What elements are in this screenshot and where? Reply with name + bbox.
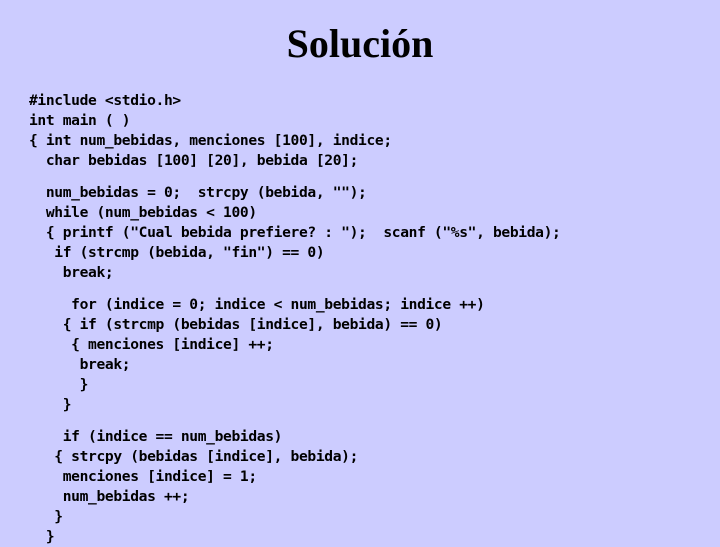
code-line: break;	[29, 355, 131, 373]
code-line: if (strcmp (bebida, "fin") == 0)	[29, 243, 325, 261]
code-line: num_bebidas ++;	[29, 487, 190, 505]
code-line: if (indice == num_bebidas)	[29, 427, 283, 445]
code-line: { printf ("Cual bebida prefiere? : "); s…	[29, 223, 561, 241]
presentation-slide: Solución #include <stdio.h> int main ( ) {…	[0, 0, 720, 545]
code-line: }	[29, 527, 55, 545]
page-title: Solución	[286, 21, 434, 66]
code-line: int main ( )	[29, 111, 131, 129]
code-line: while (num_bebidas < 100)	[29, 203, 257, 221]
code-line: }	[29, 375, 89, 393]
code-line: #include <stdio.h>	[29, 91, 181, 109]
code-line: }	[29, 395, 72, 413]
code-line: break;	[29, 263, 114, 281]
code-line: num_bebidas = 0; strcpy (bebida, "");	[29, 183, 367, 201]
code-line: for (indice = 0; indice < num_bebidas; i…	[29, 295, 485, 313]
code-line: { if (strcmp (bebidas [indice], bebida) …	[29, 315, 443, 333]
code-line: { int num_bebidas, menciones [100], indi…	[29, 131, 392, 149]
code-block: #include <stdio.h> int main ( ) { int num_…	[29, 91, 704, 547]
code-line: menciones [indice] = 1;	[29, 467, 257, 485]
code-line: char bebidas [100] [20], bebida [20];	[29, 151, 359, 169]
code-line: { strcpy (bebidas [indice], bebida);	[29, 447, 359, 465]
code-line: { menciones [indice] ++;	[29, 335, 274, 353]
code-line: }	[29, 507, 63, 525]
